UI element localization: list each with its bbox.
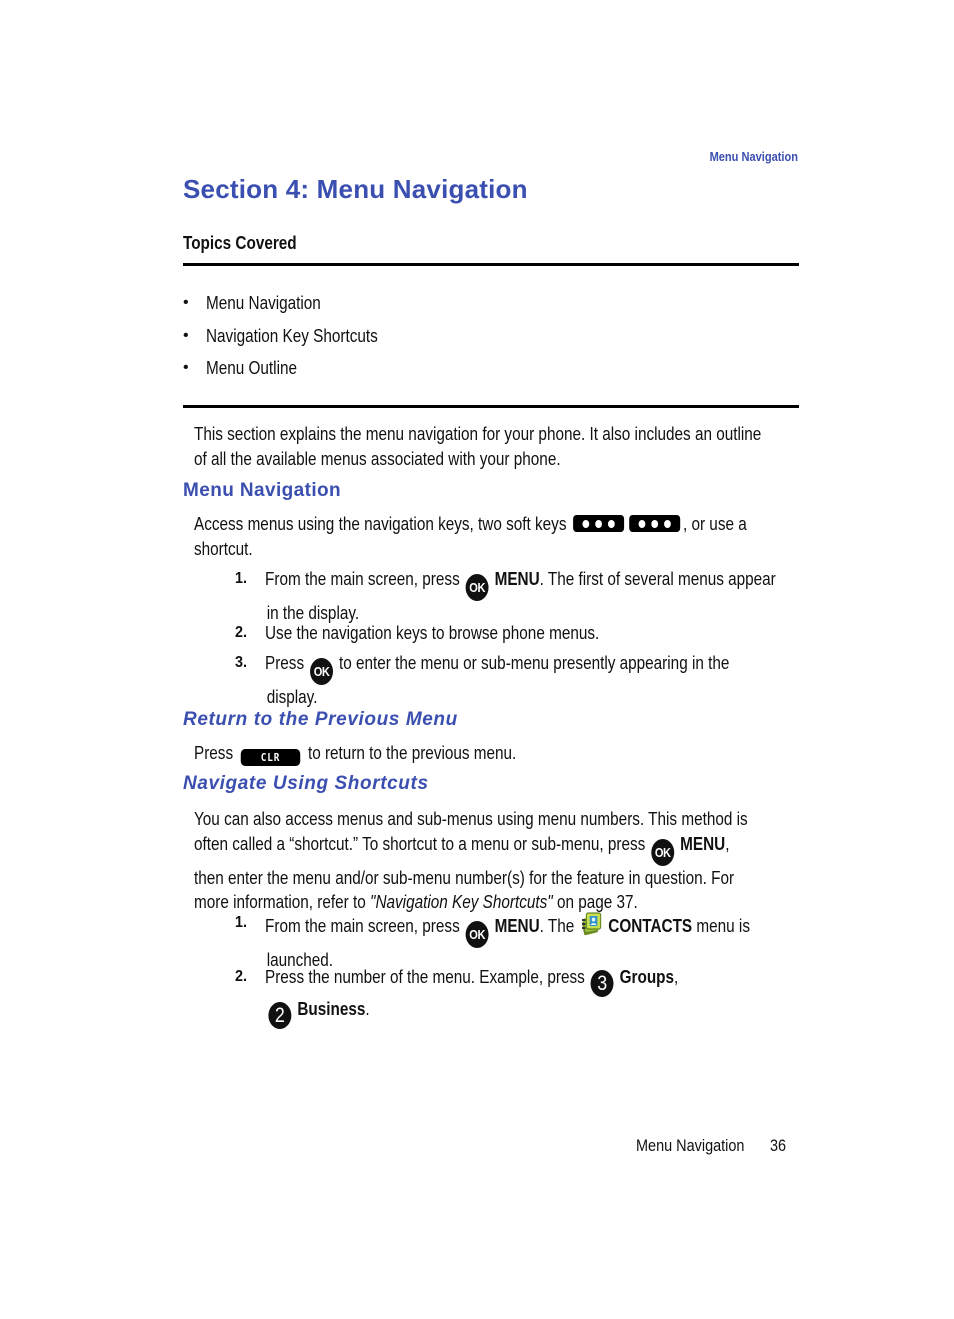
divider-top: [183, 263, 799, 266]
topics-list: • Menu Navigation • Navigation Key Shortcu…: [183, 287, 408, 385]
page-number: 36: [769, 1136, 787, 1155]
return-previous-paragraph: Press CLR to return to the previous menu…: [194, 743, 517, 766]
topic-item[interactable]: • Navigation Key Shortcuts: [183, 320, 408, 353]
shortcuts-paragraph: You can also access menus and sub-menus …: [194, 809, 748, 912]
ok-key-icon: OK: [310, 658, 334, 685]
number-2-key-icon: 2: [268, 1002, 292, 1029]
cross-reference-link[interactable]: "Navigation Key Shortcuts": [370, 892, 553, 912]
section-title: Section 4: Menu Navigation: [183, 174, 528, 204]
topics-covered-label: Topics Covered: [183, 233, 297, 253]
page-footer: Menu Navigation 36: [636, 1136, 786, 1156]
bullet-icon: •: [183, 294, 189, 312]
footer-title: Menu Navigation: [636, 1136, 745, 1155]
divider-bottom: [183, 405, 799, 408]
menu-navigation-paragraph: Access menus using the navigation keys, …: [194, 514, 747, 559]
ok-key-icon: OK: [651, 838, 675, 866]
left-soft-key-icon: [573, 515, 625, 532]
running-header: Menu Navigation: [709, 149, 798, 164]
number-3-key-icon: 3: [590, 970, 614, 997]
contacts-icon: [581, 912, 602, 936]
clr-key-icon: CLR: [240, 749, 301, 766]
topic-item[interactable]: • Menu Navigation: [183, 287, 408, 320]
ok-key-icon: OK: [465, 921, 489, 948]
right-soft-key-icon: [629, 515, 681, 532]
menu-navigation-heading: Menu Navigation: [183, 480, 342, 501]
topic-item[interactable]: • Menu Outline: [183, 352, 408, 385]
bullet-icon: •: [183, 359, 189, 377]
bullet-icon: •: [183, 326, 189, 344]
intro-paragraph: This section explains the menu navigatio…: [194, 424, 762, 469]
ok-key-icon: OK: [465, 574, 489, 601]
return-previous-heading: Return to the Previous Menu: [183, 709, 458, 730]
shortcuts-heading: Navigate Using Shortcuts: [183, 773, 429, 794]
